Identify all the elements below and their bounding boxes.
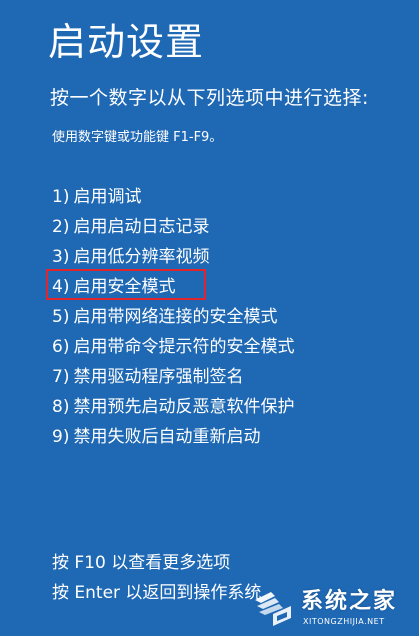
option-label: 禁用驱动程序强制签名 (73, 367, 244, 387)
option-number: 5) (52, 307, 70, 327)
return-hint: 按 Enter 以返回到操作系统 (52, 583, 262, 603)
option-number: 3) (52, 247, 70, 267)
option-enable-safe-mode[interactable]: 4) 启用安全模式 (52, 272, 294, 302)
option-enable-debugging[interactable]: 1) 启用调试 (52, 182, 294, 212)
option-label: 启用调试 (73, 187, 142, 207)
selection-prompt: 按一个数字以从下列选项中进行选择: (50, 87, 369, 109)
option-number: 8) (52, 397, 70, 417)
page-title: 启动设置 (48, 20, 205, 64)
option-number: 1) (52, 187, 70, 207)
option-number: 7) (52, 367, 70, 387)
option-enable-safe-mode-networking[interactable]: 5) 启用带网络连接的安全模式 (52, 302, 294, 332)
option-disable-early-launch-antimalware[interactable]: 8) 禁用预先启动反恶意软件保护 (52, 392, 294, 422)
option-number: 6) (52, 337, 70, 357)
option-label: 启用带命令提示符的安全模式 (73, 337, 295, 357)
watermark: 系统之家 XITONGZHIJIA.NET (251, 586, 413, 632)
xitongzhijia-logo-icon (255, 592, 291, 626)
option-enable-low-resolution-video[interactable]: 3) 启用低分辨率视频 (52, 242, 294, 272)
option-enable-safe-mode-command-prompt[interactable]: 6) 启用带命令提示符的安全模式 (52, 332, 294, 362)
option-label: 启用安全模式 (73, 277, 176, 297)
option-label: 禁用失败后自动重新启动 (73, 427, 261, 447)
option-disable-driver-signature-enforcement[interactable]: 7) 禁用驱动程序强制签名 (52, 362, 294, 392)
option-label: 启用低分辨率视频 (73, 247, 210, 267)
startup-options-list: 1) 启用调试 2) 启用启动日志记录 3) 启用低分辨率视频 4) 启用安全模式 5)… (52, 182, 294, 452)
watermark-url: XITONGZHIJIA.NET (303, 617, 385, 626)
option-number: 4) (52, 277, 70, 297)
key-hint: 使用数字键或功能键 F1-F9。 (52, 130, 223, 145)
footer-instructions: 按 F10 以查看更多选项 按 Enter 以返回到操作系统 (52, 548, 261, 608)
option-number: 2) (52, 217, 70, 237)
option-label: 禁用预先启动反恶意软件保护 (73, 397, 295, 417)
option-label: 启用带网络连接的安全模式 (73, 307, 278, 327)
more-options-hint: 按 F10 以查看更多选项 (52, 553, 231, 573)
watermark-name: 系统之家 (301, 589, 398, 614)
option-label: 启用启动日志记录 (73, 217, 210, 237)
option-enable-boot-logging[interactable]: 2) 启用启动日志记录 (52, 212, 294, 242)
option-number: 9) (52, 427, 70, 447)
option-disable-automatic-restart[interactable]: 9) 禁用失败后自动重新启动 (52, 422, 294, 452)
